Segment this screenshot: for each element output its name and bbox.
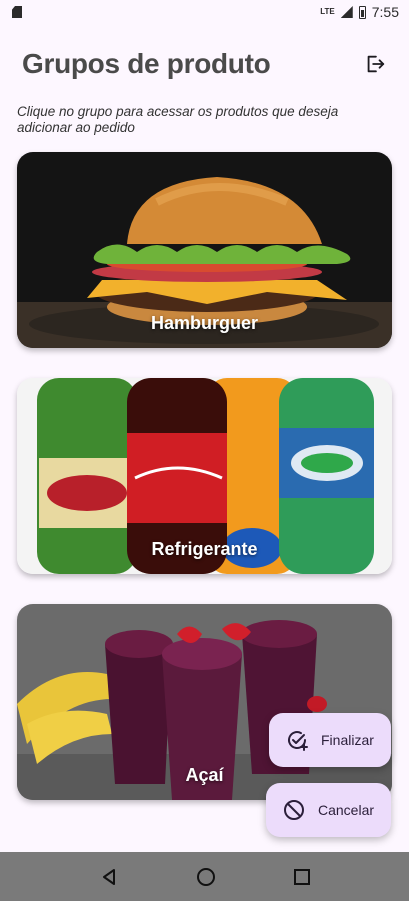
logout-button[interactable] [361,50,389,78]
group-card-refrigerante[interactable]: Refrigerante [17,378,392,574]
status-bar: LTE 7:55 [0,0,409,24]
cancel-label: Cancelar [318,802,375,818]
instruction-text: Clique no grupo para acessar os produtos… [17,104,339,135]
page-title: Grupos de produto [22,48,271,79]
recents-icon[interactable] [293,868,311,886]
system-navigation-bar [0,852,409,901]
signal-icon [340,6,353,18]
finalize-label: Finalizar [321,732,374,748]
back-icon[interactable] [99,867,119,887]
group-label: Refrigerante [151,539,258,559]
header: Grupos de produto [22,48,389,82]
battery-icon [358,5,366,19]
cancel-button[interactable]: Cancelar [266,783,391,837]
group-card-hamburguer[interactable]: Hamburguer [17,152,392,348]
cancel-icon [284,800,304,820]
group-card-acai[interactable]: Açaí [17,604,392,800]
sd-card-icon [12,6,22,18]
cart-check-icon [288,731,308,751]
home-icon[interactable] [196,867,216,887]
finalize-button[interactable]: Finalizar [269,713,391,767]
network-type: LTE [320,7,335,16]
clock: 7:55 [371,4,399,20]
logout-icon [367,55,385,73]
group-label: Hamburguer [150,313,258,333]
